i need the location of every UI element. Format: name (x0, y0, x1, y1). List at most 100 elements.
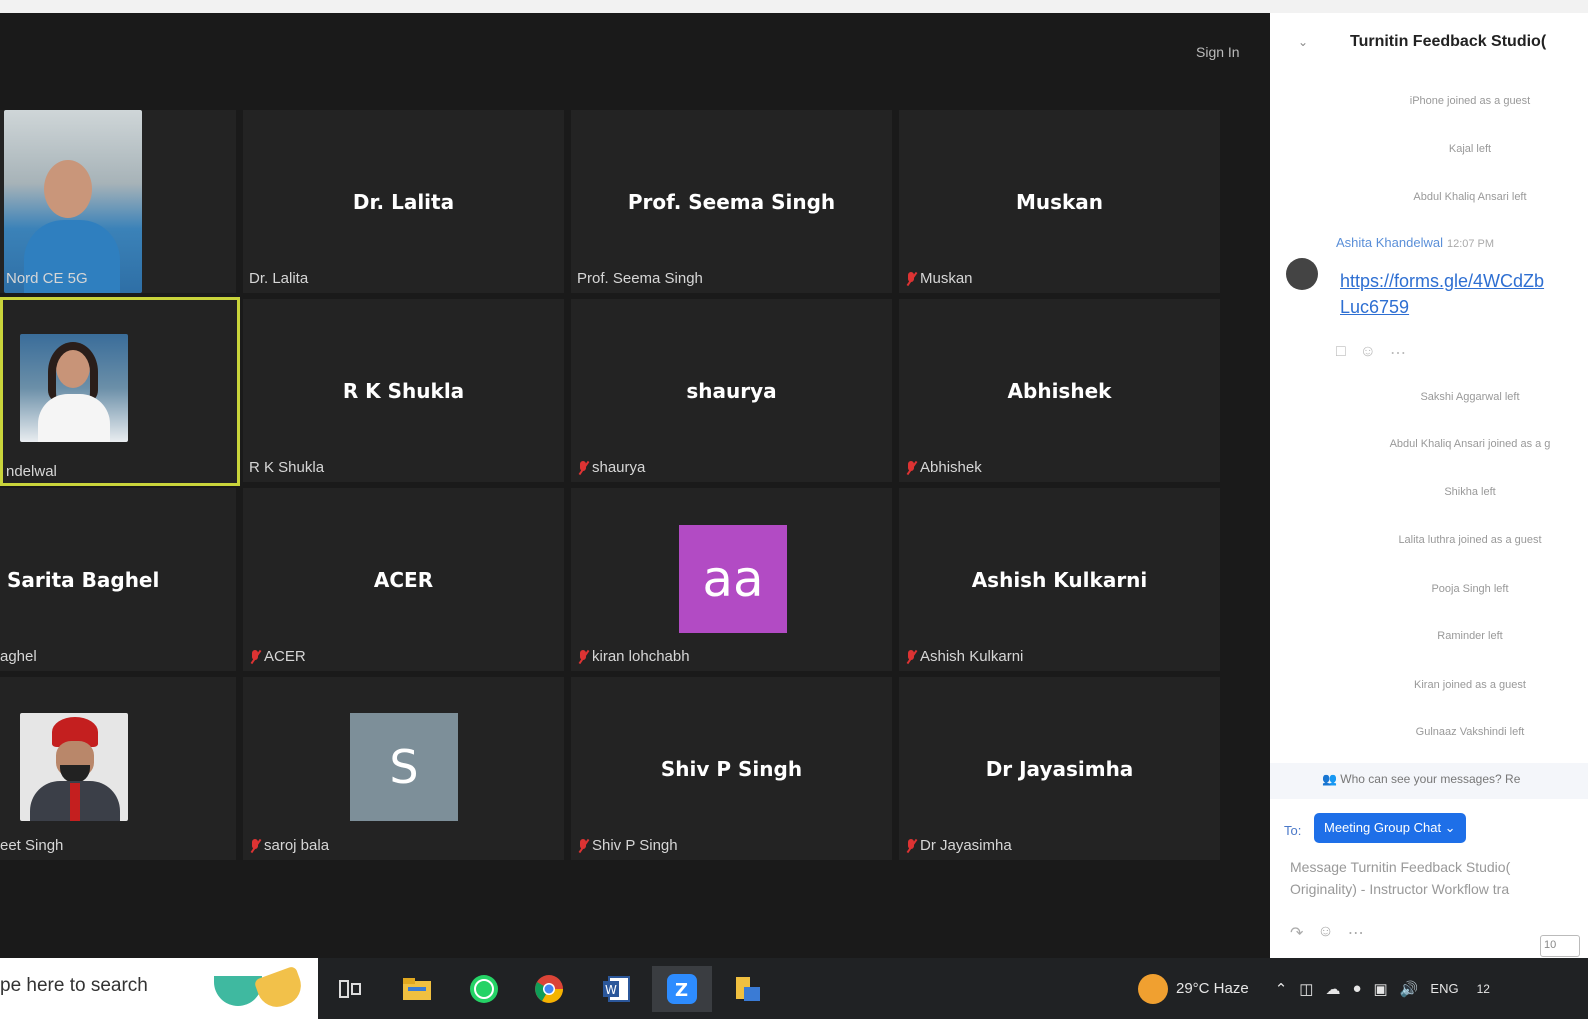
svg-text:Z: Z (675, 980, 688, 1001)
sign-in-link[interactable]: Sign In (1196, 44, 1240, 60)
video-tile[interactable]: Dr Jayasimha Dr Jayasimha (899, 677, 1220, 860)
who-can-see-banner[interactable]: 👥 Who can see your messages? Re (1270, 763, 1588, 799)
video-tile[interactable]: Ashish Kulkarni Ashish Kulkarni (899, 488, 1220, 671)
participant-video (20, 334, 128, 442)
system-message: Abdul Khaliq Ansari joined as a g (1389, 438, 1551, 450)
recipient-dropdown[interactable]: Meeting Group Chat ⌄ (1314, 813, 1466, 843)
to-label: To: (1284, 823, 1302, 838)
files-app-icon[interactable] (724, 966, 770, 1012)
video-tile[interactable]: R K Shukla R K Shukla (243, 299, 564, 482)
participant-name: ndelwal (6, 463, 57, 480)
message-link[interactable]: https://forms.gle/4WCdZb Luc6759 (1340, 268, 1588, 320)
participant-name: ACER (249, 648, 306, 665)
muted-mic-icon (577, 649, 588, 665)
emoji-icon[interactable]: ☺ (1360, 343, 1376, 363)
video-tile[interactable]: eet Singh (0, 677, 236, 860)
participant-name: Shiv P Singh (577, 837, 678, 854)
whatsapp-icon[interactable] (461, 966, 507, 1012)
weather-icon (1138, 973, 1168, 1004)
participant-display-name: Shiv P Singh (660, 756, 803, 781)
system-message: Abdul Khaliq Ansari left (1413, 191, 1527, 203)
people-icon: 👥 (1322, 772, 1341, 786)
participant-avatar: S (350, 713, 458, 821)
language-indicator[interactable]: ENG (1430, 981, 1458, 996)
participant-video (20, 713, 128, 821)
chat-toolbar: ↷ ☺ ⋯ (1290, 923, 1364, 943)
task-view-icon[interactable] (327, 966, 373, 1012)
onedrive-icon[interactable]: ☁ (1325, 980, 1340, 998)
participant-name: saroj bala (249, 837, 329, 854)
video-tile[interactable]: shaurya shaurya (571, 299, 892, 482)
muted-mic-icon (577, 460, 588, 476)
muted-mic-icon (905, 649, 916, 665)
chrome-icon[interactable] (526, 966, 572, 1012)
meet-now-icon[interactable]: ◫ (1299, 980, 1313, 998)
participant-name: aghel (0, 648, 37, 665)
participant-name: R K Shukla (249, 459, 325, 476)
system-message: Kiran joined as a guest (1414, 679, 1526, 691)
search-highlight-illustration (210, 965, 310, 1013)
video-tile[interactable]: S saroj bala (243, 677, 564, 860)
message-sender: Ashita Khandelwal 12:07 PM (1336, 235, 1495, 250)
participant-name: Dr. Lalita (249, 270, 309, 287)
system-message: Raminder left (1437, 630, 1503, 642)
network-icon[interactable]: ▣ (1374, 980, 1388, 998)
participant-name: Dr Jayasimha (905, 837, 1012, 854)
system-tray: 29°C Haze ⌃ ◫ ☁ ● ▣ 🔊 ENG 12 (1138, 958, 1490, 1019)
clock[interactable]: 12 (1477, 982, 1490, 996)
message-input[interactable]: Message Turnitin Feedback Studio( Origin… (1290, 856, 1510, 900)
system-message: Pooja Singh left (1431, 583, 1509, 595)
search-placeholder: pe here to search (0, 975, 148, 996)
video-tile[interactable]: Nord CE 5G (0, 110, 236, 293)
file-explorer-icon[interactable] (394, 966, 440, 1012)
volume-icon[interactable]: 🔊 (1400, 980, 1419, 998)
video-tile[interactable]: Prof. Seema Singh Prof. Seema Singh (571, 110, 892, 293)
video-tile[interactable]: Abhishek Abhishek (899, 299, 1220, 482)
video-tile[interactable]: Dr. Lalita Dr. Lalita (243, 110, 564, 293)
message-actions: □ ☺ ⋯ (1336, 343, 1406, 363)
participant-name: kiran lohchabh (577, 648, 690, 665)
video-tile[interactable]: Sarita Baghel aghel (0, 488, 236, 671)
video-tile[interactable]: ACER ACER (243, 488, 564, 671)
video-tile[interactable]: Shiv P Singh Shiv P Singh (571, 677, 892, 860)
attach-icon[interactable]: ↷ (1290, 923, 1303, 943)
participant-name: Abhishek (905, 459, 982, 476)
zoom-icon[interactable]: Z (652, 966, 712, 1012)
more-icon[interactable]: ⋯ (1348, 923, 1364, 943)
chevron-down-icon[interactable]: ⌄ (1298, 35, 1308, 49)
more-icon[interactable]: ⋯ (1390, 343, 1406, 363)
participant-name: Muskan (905, 270, 973, 287)
participant-display-name: Ashish Kulkarni (971, 567, 1148, 592)
participant-display-name: Prof. Seema Singh (627, 189, 836, 214)
chat-header: ⌄ Turnitin Feedback Studio( (1270, 13, 1588, 73)
participant-name: Nord CE 5G (6, 270, 88, 287)
taskbar-search[interactable]: pe here to search (0, 958, 318, 1019)
word-icon[interactable]: W (593, 966, 639, 1012)
muted-mic-icon (249, 838, 260, 854)
svg-text:W: W (605, 983, 617, 997)
muted-mic-icon (249, 649, 260, 665)
participant-display-name: ACER (373, 567, 434, 592)
emoji-icon[interactable]: ☺ (1317, 923, 1333, 943)
send-box[interactable]: 10 (1540, 935, 1580, 957)
sender-avatar (1286, 258, 1318, 290)
taskbar: pe here to search W Z 29°C Haze ⌃ ◫ ☁ ● … (0, 958, 1588, 1019)
participant-display-name: Dr. Lalita (352, 189, 455, 214)
video-tile[interactable]: Muskan Muskan (899, 110, 1220, 293)
system-message: Gulnaaz Vakshindi left (1415, 726, 1525, 738)
muted-mic-icon (905, 271, 916, 287)
weather-text[interactable]: 29°C Haze (1176, 980, 1249, 997)
reply-icon[interactable]: □ (1336, 343, 1346, 363)
mic-icon[interactable]: ● (1352, 980, 1361, 997)
muted-mic-icon (577, 838, 588, 854)
system-message: Sakshi Aggarwal left (1420, 391, 1520, 403)
chevron-up-icon[interactable]: ⌃ (1275, 980, 1288, 998)
window-top-strip (0, 0, 1588, 13)
video-tile[interactable]: aa kiran lohchabh (571, 488, 892, 671)
video-tile-active-speaker[interactable]: ndelwal (0, 297, 240, 486)
system-message: Kajal left (1448, 143, 1492, 155)
participant-name: shaurya (577, 459, 645, 476)
muted-mic-icon (905, 838, 916, 854)
participant-name: eet Singh (0, 837, 64, 854)
chat-title: Turnitin Feedback Studio( (1350, 33, 1547, 50)
